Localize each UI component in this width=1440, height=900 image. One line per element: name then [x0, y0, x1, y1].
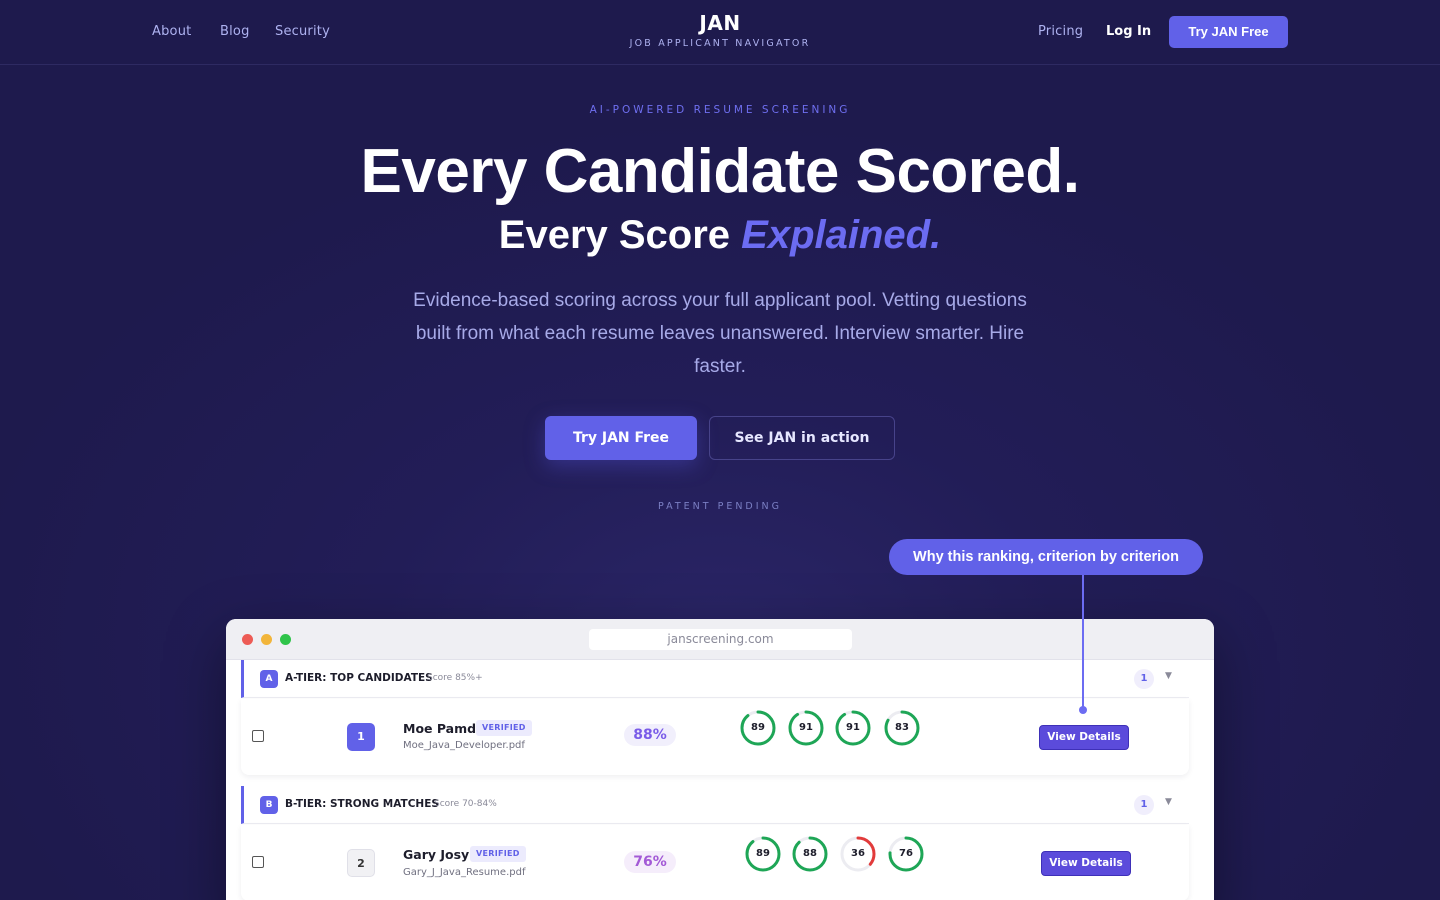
- verified-badge: VERIFIED: [476, 720, 532, 736]
- tier-range: Score 70-84%: [434, 799, 497, 809]
- criterion-gauge: 89: [744, 835, 782, 873]
- criterion-gauge: 91: [834, 709, 872, 747]
- callout-dot: [1079, 706, 1087, 714]
- tier-a-header[interactable]: A A-TIER: TOP CANDIDATES Score 85%+ 1 ▼: [241, 660, 1189, 698]
- try-free-button[interactable]: Try JAN Free: [545, 416, 697, 460]
- login-link[interactable]: Log In: [1106, 24, 1151, 39]
- view-details-button[interactable]: View Details: [1041, 851, 1131, 876]
- gauge-value: 76: [899, 848, 913, 859]
- subheadline-accent: Explained.: [741, 213, 942, 257]
- chevron-down-icon[interactable]: ▼: [1165, 797, 1172, 807]
- hero-description: Evidence-based scoring across your full …: [413, 290, 1027, 377]
- gauge-value: 91: [799, 722, 813, 733]
- candidate-name[interactable]: Moe Pamdi: [403, 721, 480, 736]
- gauge-value: 88: [803, 848, 817, 859]
- criterion-gauge: 89: [739, 709, 777, 747]
- top-nav: About Blog Security JAN JOB APPLICANT NA…: [0, 0, 1440, 65]
- tier-range: Score 85%+: [427, 673, 483, 683]
- callout-connector: [1082, 575, 1084, 710]
- candidate-row[interactable]: 2 Gary Josy VERIFIED Gary_J_Java_Resume.…: [241, 825, 1189, 900]
- resume-filename[interactable]: Gary_J_Java_Resume.pdf: [403, 867, 525, 878]
- gauge-value: 91: [846, 722, 860, 733]
- patent-pending-label: PATENT PENDING: [657, 501, 783, 512]
- tier-count-badge: 1: [1134, 669, 1154, 689]
- criterion-gauge: 36: [839, 835, 877, 873]
- criterion-gauge: 76: [887, 835, 925, 873]
- candidate-row[interactable]: 1 Moe Pamdi VERIFIED Moe_Java_Developer.…: [241, 699, 1189, 775]
- hero-eyebrow: AI-POWERED RESUME SCREENING: [589, 104, 851, 116]
- select-checkbox[interactable]: [252, 730, 264, 742]
- hero-subheadline: Every Score Explained.: [320, 213, 1120, 258]
- gauge-value: 89: [751, 722, 765, 733]
- tier-badge: A: [260, 670, 278, 688]
- resume-filename[interactable]: Moe_Java_Developer.pdf: [403, 740, 525, 751]
- nav-link-pricing[interactable]: Pricing: [1038, 24, 1083, 39]
- tier-b-header[interactable]: B B-TIER: STRONG MATCHES Score 70-84% 1 …: [241, 786, 1189, 824]
- nav-link-blog[interactable]: Blog: [220, 24, 250, 39]
- nav-link-about[interactable]: About: [152, 24, 191, 39]
- browser-window: janscreening.com A A-TIER: TOP CANDIDATE…: [226, 619, 1214, 900]
- maximize-dot-icon: [280, 634, 291, 645]
- logo-title[interactable]: JAN: [620, 11, 820, 35]
- select-checkbox[interactable]: [252, 856, 264, 868]
- overall-score: 88%: [624, 724, 676, 746]
- tier-count-badge: 1: [1134, 795, 1154, 815]
- hero-headline: Every Candidate Scored.: [360, 137, 1081, 206]
- ranking-callout: Why this ranking, criterion by criterion: [889, 539, 1203, 575]
- browser-toolbar: janscreening.com: [226, 619, 1214, 660]
- tier-title: B-TIER: STRONG MATCHES: [285, 798, 439, 810]
- nav-link-security[interactable]: Security: [275, 24, 330, 39]
- criterion-gauge: 88: [791, 835, 829, 873]
- nav-try-free-button[interactable]: Try JAN Free: [1169, 16, 1288, 48]
- criterion-gauge: 83: [883, 709, 921, 747]
- tier-title: A-TIER: TOP CANDIDATES: [285, 672, 433, 684]
- rank-badge: 2: [347, 849, 375, 877]
- close-dot-icon: [242, 634, 253, 645]
- gauge-value: 89: [756, 848, 770, 859]
- rank-badge: 1: [347, 723, 375, 751]
- candidate-name[interactable]: Gary Josy: [403, 847, 469, 862]
- see-in-action-button[interactable]: See JAN in action: [709, 416, 895, 460]
- tier-badge: B: [260, 796, 278, 814]
- address-bar[interactable]: janscreening.com: [589, 629, 852, 650]
- minimize-dot-icon: [261, 634, 272, 645]
- criterion-gauge: 91: [787, 709, 825, 747]
- overall-score: 76%: [624, 851, 676, 873]
- gauge-value: 83: [895, 722, 909, 733]
- gauge-value: 36: [851, 848, 865, 859]
- verified-badge: VERIFIED: [470, 846, 526, 862]
- logo-subtitle: JOB APPLICANT NAVIGATOR: [629, 38, 811, 49]
- subheadline-plain: Every Score: [498, 213, 742, 257]
- chevron-down-icon[interactable]: ▼: [1165, 671, 1172, 681]
- view-details-button[interactable]: View Details: [1039, 725, 1129, 750]
